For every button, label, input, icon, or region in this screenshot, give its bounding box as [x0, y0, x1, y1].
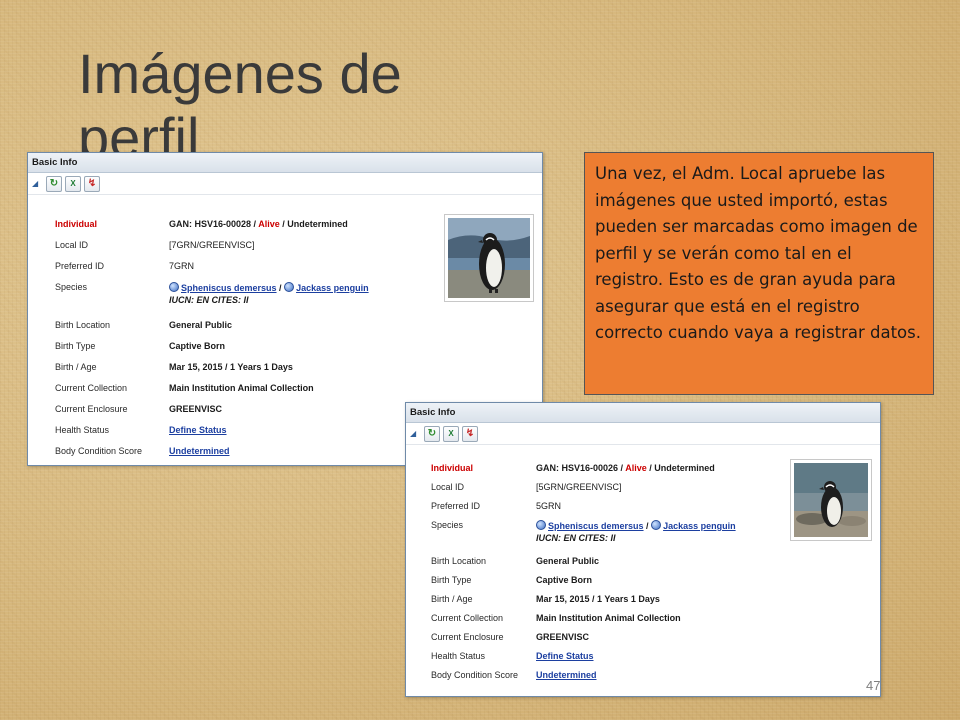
current-enclosure-value: GREENVISC — [536, 632, 590, 642]
collapse-icon[interactable]: ◢ — [410, 429, 424, 438]
birth-location-label: Birth Location — [431, 556, 487, 566]
preferred-id-label: Preferred ID — [55, 261, 105, 271]
birth-type-label: Birth Type — [431, 575, 472, 585]
info-table: Individual GAN: HSV16-00028 / Alive / Un… — [55, 219, 435, 459]
bcs-label: Body Condition Score — [431, 670, 519, 680]
excel-export-icon[interactable]: X — [443, 425, 459, 442]
slide-title: Imágenes de perfil — [78, 42, 402, 152]
profile-image-frame[interactable] — [444, 214, 534, 302]
current-collection-value: Main Institution Animal Collection — [536, 613, 681, 623]
current-collection-label: Current Collection — [431, 613, 504, 623]
info-table: Individual GAN: HSV16-00026 / Alive / Un… — [431, 463, 791, 693]
birth-location-value: General Public — [536, 556, 600, 566]
globe-icon — [169, 282, 179, 292]
local-id-label: Local ID — [55, 240, 89, 250]
birth-age-label: Birth / Age — [55, 362, 97, 372]
birth-age-value: Mar 15, 2015 / 1 Years 1 Days — [536, 594, 660, 604]
panel-header: Basic Info — [406, 403, 880, 423]
profile-image-frame[interactable] — [790, 459, 872, 541]
define-status-link[interactable]: Define Status — [536, 651, 594, 661]
birth-location-label: Birth Location — [55, 320, 111, 330]
preferred-id-value: 5GRN — [536, 501, 562, 511]
health-status-label: Health Status — [431, 651, 486, 661]
basic-info-panel-2: Basic Info ◢ ↻ X ↯ Individual GAN: HSV16… — [405, 402, 881, 697]
alive-status: Alive — [258, 219, 280, 229]
sex-value: / Undetermined — [279, 219, 348, 229]
species-label: Species — [55, 282, 88, 292]
explanation-callout: Una vez, el Adm. Local apruebe las imáge… — [584, 152, 934, 395]
birth-age-label: Birth / Age — [431, 594, 473, 604]
species-common-link[interactable]: Jackass penguin — [663, 521, 736, 531]
species-label: Species — [431, 520, 464, 530]
excel-export-icon[interactable]: X — [65, 175, 81, 192]
health-status-label: Health Status — [55, 425, 110, 435]
pdf-export-icon[interactable]: ↯ — [84, 175, 100, 192]
penguin-profile-image — [448, 218, 530, 298]
species-separator: / — [276, 283, 285, 293]
page-number: 47 — [866, 678, 881, 693]
globe-icon — [536, 520, 546, 530]
local-id-value: [5GRN/GREENVISC] — [536, 482, 622, 492]
refresh-icon[interactable]: ↻ — [46, 175, 62, 192]
bcs-link[interactable]: Undetermined — [169, 446, 230, 456]
birth-location-value: General Public — [169, 320, 233, 330]
refresh-icon[interactable]: ↻ — [424, 425, 440, 442]
gan-value: GAN: HSV16-00028 / — [169, 219, 259, 229]
species-status: IUCN: EN CITES: II — [536, 533, 616, 543]
penguin-profile-image — [794, 463, 868, 537]
alive-status: Alive — [625, 463, 647, 473]
current-enclosure-label: Current Enclosure — [431, 632, 504, 642]
local-id-label: Local ID — [431, 482, 465, 492]
species-scientific-link[interactable]: Spheniscus demersus — [548, 521, 644, 531]
species-common-link[interactable]: Jackass penguin — [296, 283, 369, 293]
panel-toolbar: ◢ ↻ X ↯ — [406, 423, 880, 445]
collapse-icon[interactable]: ◢ — [32, 179, 46, 188]
preferred-id-value: 7GRN — [169, 261, 195, 271]
individual-label: Individual — [55, 219, 98, 229]
pdf-export-icon[interactable]: ↯ — [462, 425, 478, 442]
preferred-id-label: Preferred ID — [431, 501, 481, 511]
panel-toolbar: ◢ ↻ X ↯ — [28, 173, 542, 195]
gan-value: GAN: HSV16-00026 / — [536, 463, 626, 473]
individual-label: Individual — [431, 463, 474, 473]
current-enclosure-label: Current Enclosure — [55, 404, 128, 414]
globe-icon — [284, 282, 295, 292]
species-scientific-link[interactable]: Spheniscus demersus — [181, 283, 277, 293]
current-collection-label: Current Collection — [55, 383, 128, 393]
birth-type-label: Birth Type — [55, 341, 96, 351]
species-value: Spheniscus demersus / Jackass penguin — [169, 282, 369, 293]
panel-header: Basic Info — [28, 153, 542, 173]
birth-type-value: Captive Born — [536, 575, 593, 585]
current-collection-value: Main Institution Animal Collection — [169, 383, 314, 393]
current-enclosure-value: GREENVISC — [169, 404, 223, 414]
species-status: IUCN: EN CITES: II — [169, 295, 249, 305]
species-separator: / — [643, 521, 652, 531]
birth-age-value: Mar 15, 2015 / 1 Years 1 Days — [169, 362, 293, 372]
individual-value: GAN: HSV16-00028 / Alive / Undetermined — [169, 219, 348, 229]
birth-type-value: Captive Born — [169, 341, 226, 351]
local-id-value: [7GRN/GREENVISC] — [169, 240, 255, 250]
individual-value: GAN: HSV16-00026 / Alive / Undetermined — [536, 463, 715, 473]
bcs-link[interactable]: Undetermined — [536, 670, 597, 680]
bcs-label: Body Condition Score — [55, 446, 143, 456]
globe-icon — [651, 520, 662, 530]
species-value: Spheniscus demersus / Jackass penguin — [536, 520, 736, 531]
sex-value: / Undetermined — [646, 463, 715, 473]
define-status-link[interactable]: Define Status — [169, 425, 227, 435]
